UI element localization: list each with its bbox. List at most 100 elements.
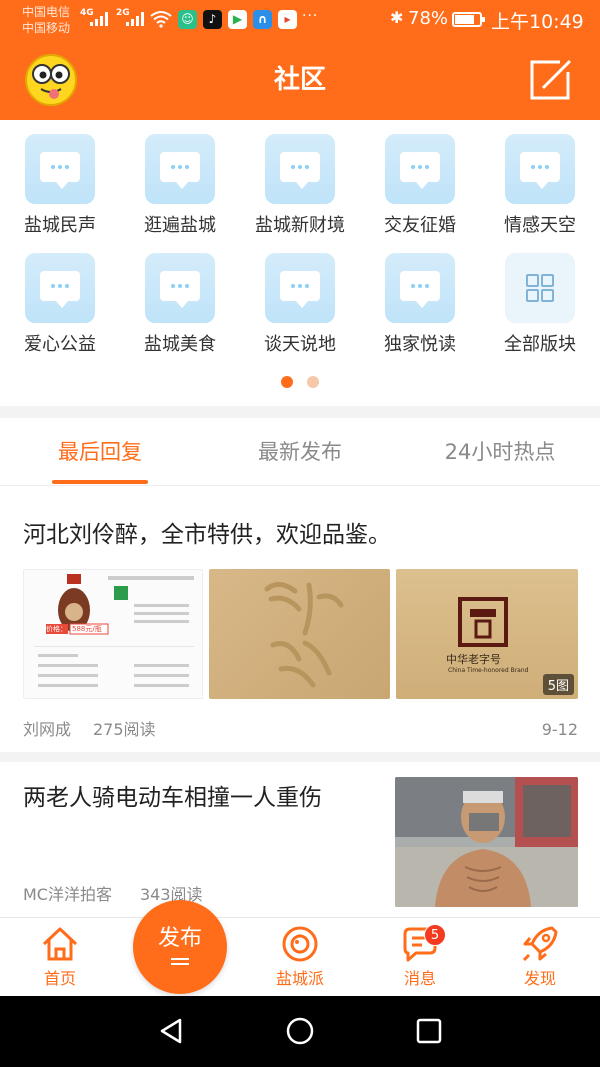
category-label: 盐城新财境: [255, 215, 345, 236]
category-label: 全部版块: [504, 334, 576, 355]
back-icon[interactable]: [156, 1016, 186, 1046]
price-tag: 588元/瓶: [72, 625, 102, 633]
category-item[interactable]: 盐城新财境: [240, 120, 360, 240]
chat-icon: [385, 253, 455, 323]
chat-icon: [385, 134, 455, 204]
elderly-man-photo: [395, 777, 578, 907]
tab-24h-hot[interactable]: 24小时热点: [400, 438, 600, 466]
post-title[interactable]: 河北刘伶醉，全市特供，欢迎品鉴。: [23, 519, 391, 551]
nav-yancheng[interactable]: 盐城派: [240, 918, 360, 997]
product-sheet-image: [24, 570, 202, 698]
nav-home-label: 首页: [43, 969, 76, 988]
nav-messages-label: 消息: [403, 969, 436, 988]
signal-1-icon: [90, 12, 108, 26]
brand-subtext: China Time-honored Brand: [448, 667, 529, 674]
post-card-2[interactable]: 两老人骑电动车相撞一人重伤 MC洋洋拍客 343阅读: [0, 762, 600, 922]
category-item[interactable]: 爱心公益: [0, 239, 120, 359]
post-reads: 275阅读: [93, 720, 156, 739]
battery-icon: [452, 12, 485, 27]
price-prefix: 价格：: [46, 625, 67, 633]
home-circle-icon[interactable]: [285, 1016, 315, 1046]
planet-icon: [282, 926, 318, 962]
signal-2-icon: [126, 12, 144, 26]
active-tab-indicator: [52, 480, 148, 484]
publish-lines-icon: [171, 958, 189, 968]
post-image-brand-box[interactable]: 中华老字号 China Time-honored Brand 5图: [396, 569, 578, 699]
category-label: 逛遍盐城: [144, 215, 216, 236]
tab-last-reply[interactable]: 最后回复: [0, 438, 200, 466]
carrier-2: 中国移动: [22, 21, 71, 35]
tab-newest[interactable]: 最新发布: [200, 438, 400, 466]
category-label: 爱心公益: [24, 334, 96, 355]
brand-text: 中华老字号: [446, 653, 501, 666]
section-divider: [0, 406, 600, 418]
video-icon: ▶: [228, 10, 247, 29]
category-grid: 盐城民声 逛遍盐城 盐城新财境 交友征婚 情感天空爱心公益 盐城美食 谈天说地 独家悦读 全部版…: [0, 120, 600, 410]
mi-icon: ☺: [178, 10, 197, 29]
post-title[interactable]: 两老人骑电动车相撞一人重伤: [23, 782, 322, 814]
android-navigation-bar: [0, 996, 600, 1067]
post-date: 9-12: [541, 720, 578, 739]
rocket-icon: [522, 926, 558, 962]
category-label: 情感天空: [504, 215, 576, 236]
carrier-info: 中国电信 中国移动: [22, 4, 70, 36]
post-image-carved-box[interactable]: [209, 569, 390, 699]
category-label: 谈天说地: [264, 334, 336, 355]
nav-yancheng-label: 盐城派: [275, 969, 324, 988]
nav-discover[interactable]: 发现: [480, 918, 600, 997]
category-item[interactable]: 交友征婚: [360, 120, 480, 240]
chat-icon: [25, 134, 95, 204]
chat-icon: [265, 253, 335, 323]
category-label: 独家悦读: [384, 334, 456, 355]
post-card-1[interactable]: 河北刘伶醉，全市特供，欢迎品鉴。 价格： 588元/瓶 中华老字号 China …: [0, 487, 600, 762]
carved-calligraphy-image: [264, 582, 344, 688]
post-author: 刘网成: [23, 720, 72, 739]
category-label: 盐城民声: [24, 215, 96, 236]
bluetooth-icon: ✱: [390, 8, 404, 27]
play-icon: ▸: [278, 10, 297, 29]
category-item[interactable]: 谈天说地: [240, 239, 360, 359]
carrier-1: 中国电信: [22, 5, 71, 19]
status-time: 上午10:49: [491, 11, 584, 33]
pager-dot-active: [281, 376, 293, 388]
nav-messages[interactable]: 5 消息: [360, 918, 480, 997]
post-tabs: 最后回复 最新发布 24小时热点: [0, 418, 600, 486]
category-item[interactable]: 独家悦读: [360, 239, 480, 359]
app-header: 中国电信 中国移动 4G 2G ☺ ♪ ▶ ∩ ▸ ··· ✱ 78% 上午10…: [0, 0, 600, 120]
pager-dot: [307, 376, 319, 388]
status-bar: 中国电信 中国移动 4G 2G ☺ ♪ ▶ ∩ ▸ ··· ✱ 78% 上午10…: [0, 0, 600, 40]
chat-icon: [145, 134, 215, 204]
recents-icon[interactable]: [414, 1016, 444, 1046]
chat-icon: [25, 253, 95, 323]
battery-percent: 78%: [408, 8, 449, 29]
tiktok-icon: ♪: [203, 10, 222, 29]
post-image-product-sheet[interactable]: 价格： 588元/瓶: [23, 569, 203, 699]
more-notifications: ···: [302, 8, 319, 24]
edit-icon[interactable]: [528, 58, 572, 102]
category-item[interactable]: 盐城美食: [120, 239, 240, 359]
category-item[interactable]: 情感天空: [480, 120, 600, 240]
category-item[interactable]: 盐城民声: [0, 120, 120, 240]
category-label: 盐城美食: [144, 334, 216, 355]
publish-button[interactable]: 发布: [133, 900, 227, 994]
image-count-badge: 5图: [542, 674, 574, 695]
category-label: 交友征婚: [384, 215, 456, 236]
nav-discover-label: 发现: [523, 969, 556, 988]
bottom-navigation: 首页 盐城派 5 消息 发现: [0, 917, 600, 996]
home-icon: [42, 927, 78, 961]
wifi-icon: [150, 11, 172, 28]
grid-icon: [505, 253, 575, 323]
browser-icon: ∩: [253, 10, 272, 29]
nav-home[interactable]: 首页: [0, 918, 120, 997]
post-author: MC洋洋拍客: [23, 885, 112, 904]
chat-icon: [505, 134, 575, 204]
battery-fill: [455, 15, 474, 24]
category-item[interactable]: 逛遍盐城: [120, 120, 240, 240]
chat-icon: [265, 134, 335, 204]
category-item[interactable]: 全部版块: [480, 239, 600, 359]
message-badge: 5: [424, 924, 446, 946]
post-image-accident-photo[interactable]: [395, 777, 578, 907]
chat-icon: [145, 253, 215, 323]
publish-label: 发布: [157, 926, 202, 951]
page-title: 社区: [273, 65, 326, 95]
